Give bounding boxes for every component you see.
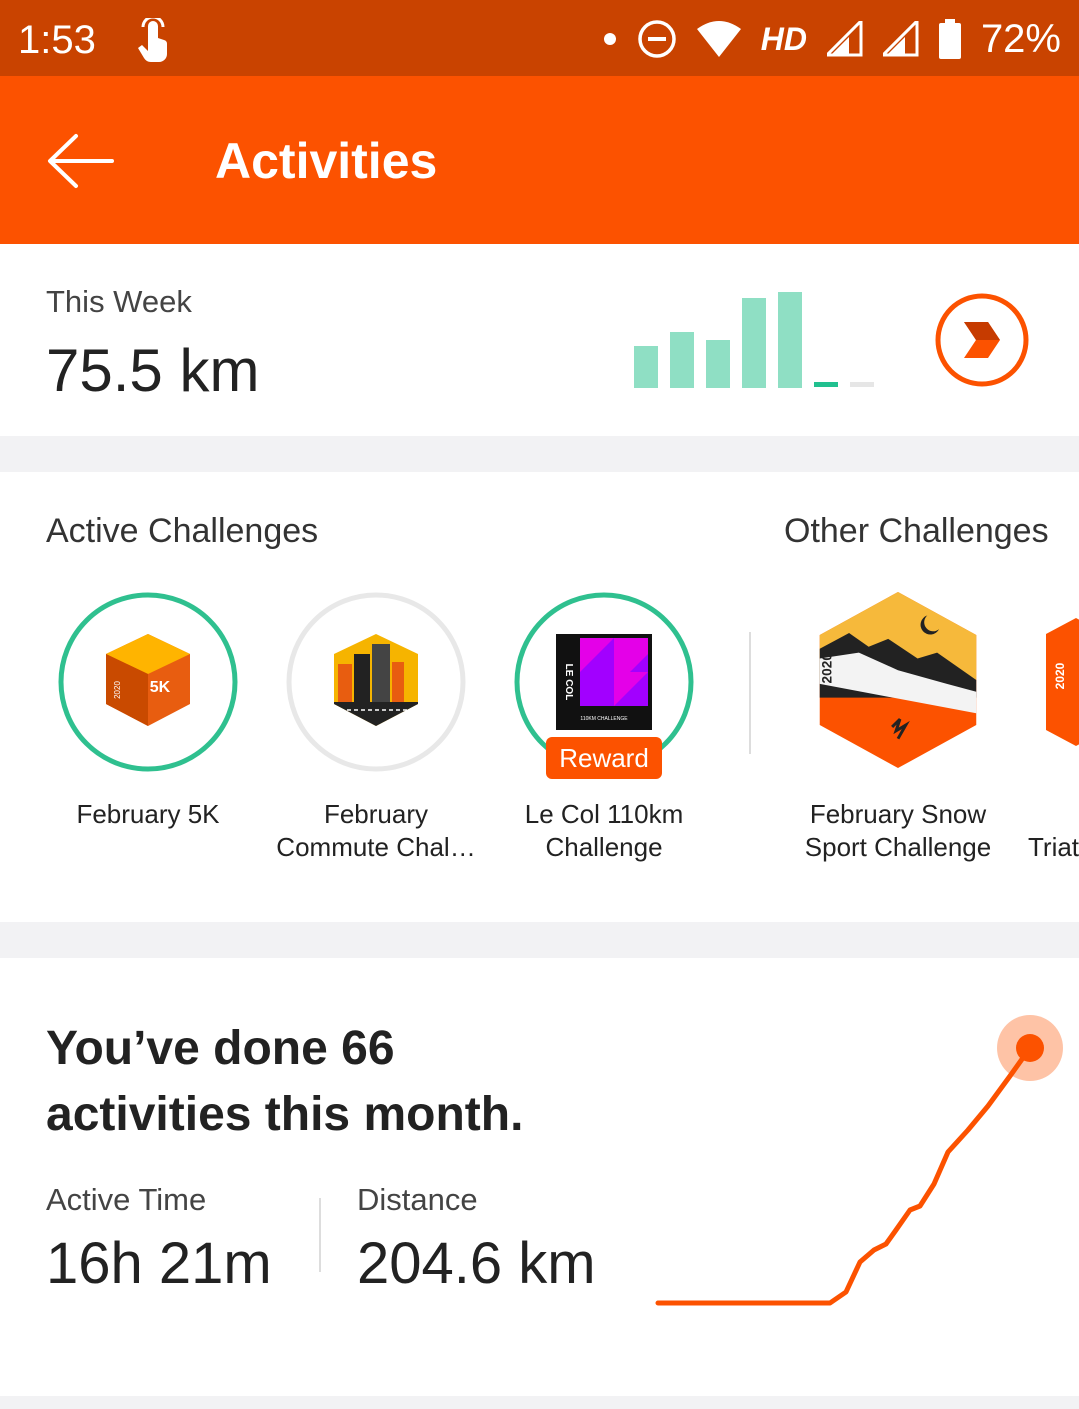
challenge-name: I Triat	[1028, 798, 1079, 864]
status-icons: HD 72%	[603, 14, 1061, 64]
challenge-name: Le Col 110km Challenge	[489, 798, 719, 864]
badge-year-text: 2020	[1053, 662, 1067, 689]
signal-icon	[826, 21, 863, 57]
challenge-name: February 5K	[33, 798, 263, 831]
challenge-name-line: Commute Chal…	[276, 832, 476, 862]
challenge-name-line: February Snow	[809, 799, 987, 829]
battery-icon	[938, 19, 961, 59]
challenge-name-line: Challenge	[545, 832, 663, 862]
section-divider	[0, 436, 1079, 472]
section-divider	[0, 922, 1079, 958]
month-headline: You’ve done 66 activities this month.	[46, 1016, 606, 1148]
badge-year-text: 2020	[819, 653, 834, 684]
active-time-value: 16h 21m	[46, 1231, 272, 1296]
week-label: This Week	[46, 284, 192, 319]
challenge-name: February Commute Chal…	[261, 798, 491, 864]
week-bar-today	[814, 382, 838, 387]
page-title: Activities	[215, 133, 438, 189]
signal-icon	[882, 21, 919, 57]
month-headline-line: You’ve done 66	[46, 1022, 395, 1075]
week-bar	[634, 346, 658, 388]
february-5k-badge: 5K 2020	[58, 592, 238, 772]
challenge-february-snow-sport[interactable]: 2020 February Snow Sport Challenge	[783, 472, 1013, 922]
week-bar	[778, 292, 802, 388]
challenge-february-commute[interactable]: February Commute Chal…	[261, 472, 491, 922]
month-headline-line: activities this month.	[46, 1088, 524, 1141]
challenge-name-line: Le Col 110km	[524, 799, 684, 829]
this-week-card[interactable]: This Week 75.5 km	[0, 244, 1079, 436]
badge-5k-text: 5K	[150, 679, 171, 696]
le-col-text: LE COL	[563, 664, 574, 701]
challenge-separator	[749, 632, 751, 754]
back-arrow-icon	[48, 134, 114, 188]
reward-badge: Reward	[546, 737, 662, 779]
wifi-icon	[696, 21, 741, 57]
challenge-name-line: Triat	[1028, 832, 1079, 862]
week-details-button[interactable]	[934, 292, 1030, 388]
weekly-bar-chart	[634, 292, 874, 388]
cumulative-line	[655, 1045, 1033, 1306]
challenge-name: February Snow Sport Challenge	[783, 798, 1013, 864]
dot-icon	[603, 33, 616, 45]
week-bar-future	[850, 382, 874, 387]
distance-label: Distance	[357, 1182, 478, 1217]
battery-percent: 72%	[980, 16, 1061, 61]
challenge-name-line: February 5K	[76, 799, 220, 829]
challenge-name-line: I	[1028, 798, 1079, 831]
week-bar	[670, 332, 694, 388]
distance-value: 204.6 km	[357, 1231, 596, 1296]
chevron-right-icon	[935, 293, 1029, 387]
monthly-progress-chart	[655, 1015, 1063, 1306]
section-divider	[0, 1396, 1079, 1409]
challenge-name-line: February	[323, 799, 429, 829]
status-time: 1:53	[18, 18, 96, 62]
week-bar	[706, 340, 730, 388]
current-point	[1016, 1034, 1044, 1062]
challenge-name-line: Sport Challenge	[804, 832, 992, 862]
back-button[interactable]	[40, 126, 120, 196]
le-col-subtext: 110KM CHALLENGE	[580, 716, 628, 722]
february-snow-sport-badge: 2020	[819, 591, 977, 769]
challenge-le-col[interactable]: LE COL 110KM CHALLENGE Le Col 110km Chal…	[489, 472, 719, 922]
badge-year-text: 2020	[113, 681, 122, 699]
challenge-february-5k[interactable]: 5K 2020 February 5K	[33, 472, 263, 922]
triathlon-badge: 2020	[1046, 618, 1079, 746]
status-bar: 1:53 HD 72%	[0, 0, 1079, 76]
active-time-label: Active Time	[46, 1182, 207, 1217]
app-bar: Activities	[0, 76, 1079, 244]
do-not-disturb-icon	[637, 20, 676, 58]
february-commute-badge	[286, 592, 466, 772]
stat-separator	[319, 1198, 321, 1272]
challenges-section: Active Challenges Other Challenges 5K 20…	[0, 472, 1079, 922]
week-distance: 75.5 km	[46, 337, 260, 404]
challenge-triathlon[interactable]: 2020 I Triat	[1012, 472, 1079, 922]
week-bar	[742, 298, 766, 388]
touch-icon	[138, 18, 168, 62]
network-label: HD	[760, 20, 807, 57]
month-summary-card[interactable]: You’ve done 66 activities this month. Ac…	[0, 958, 1079, 1396]
